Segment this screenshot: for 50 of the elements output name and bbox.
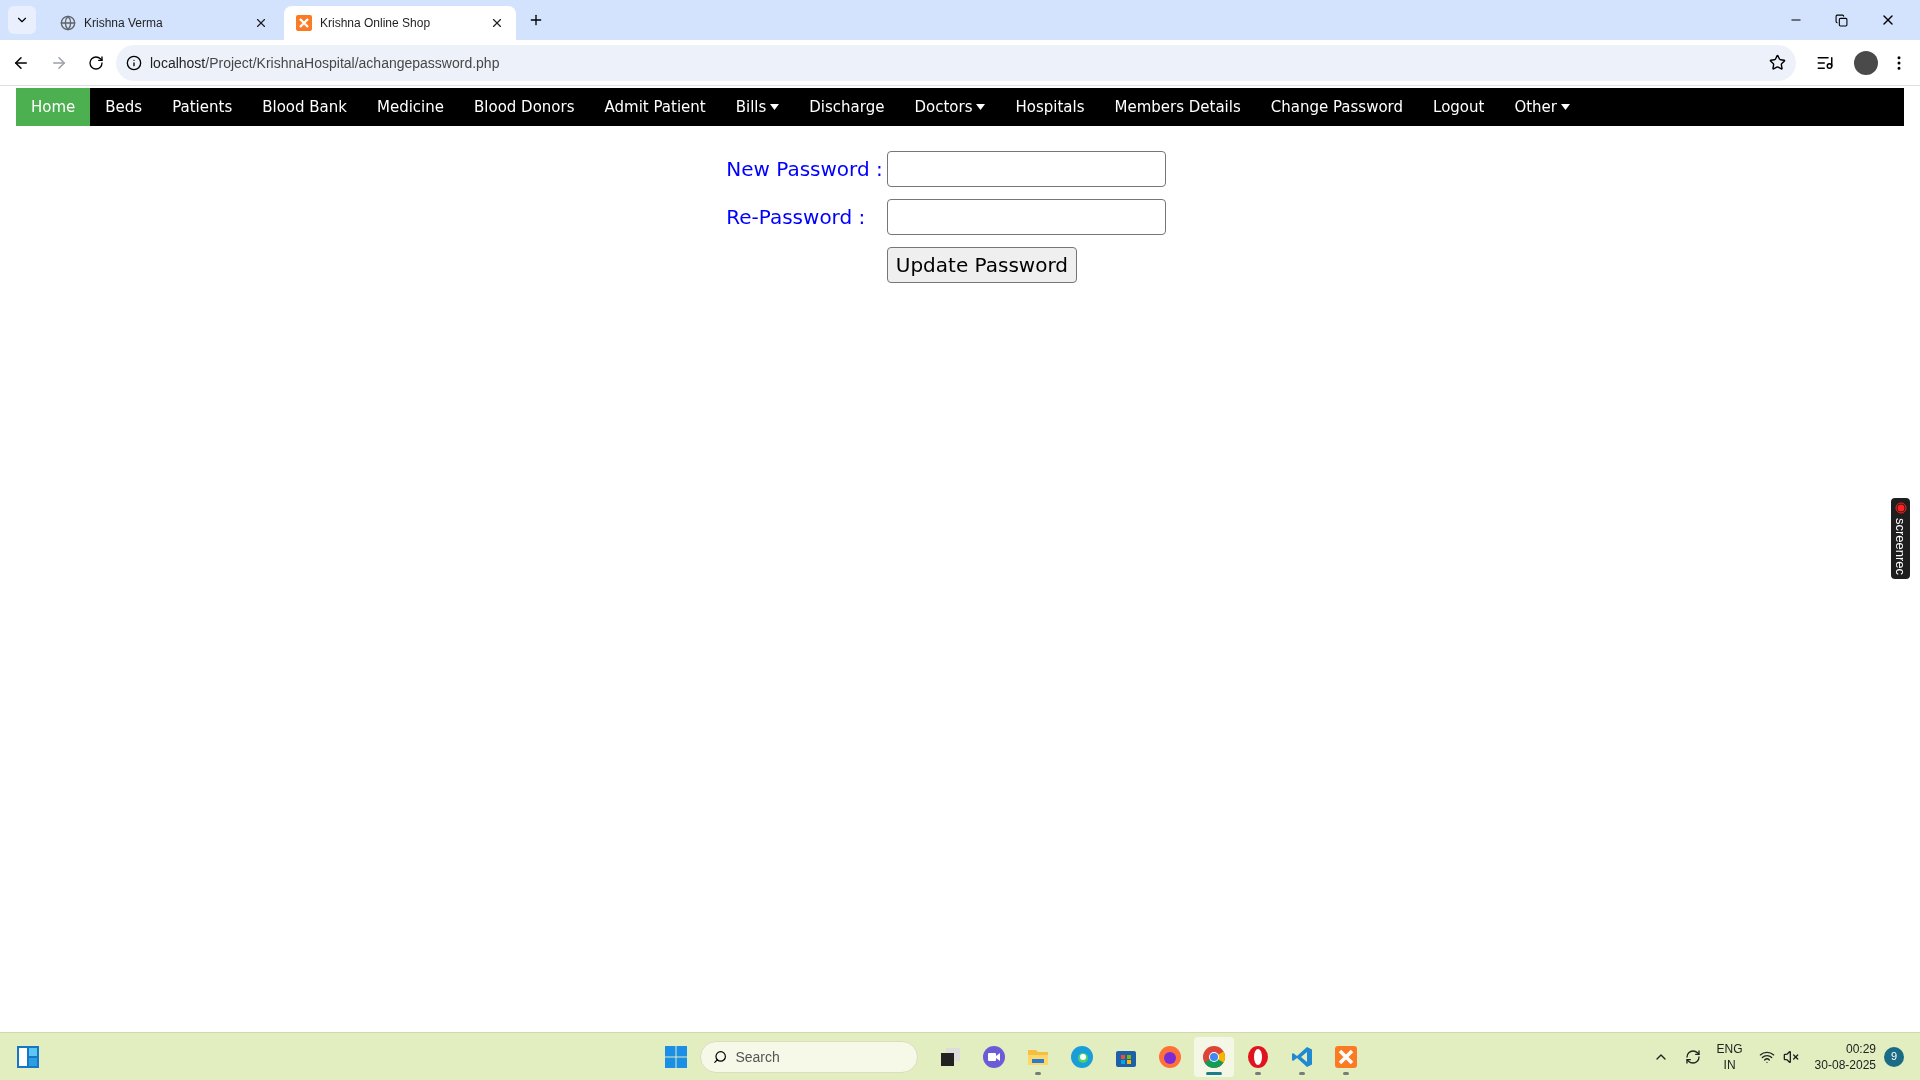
nav-link[interactable]: Doctors (899, 88, 1001, 126)
notification-count[interactable]: 9 (1884, 1046, 1904, 1067)
browser-tab[interactable]: Krishna Verma (48, 6, 280, 40)
language-indicator[interactable]: ENG IN (1716, 1040, 1743, 1073)
search-field[interactable]: Search (735, 1046, 906, 1067)
speaker-muted-icon[interactable] (1782, 1048, 1799, 1065)
clock[interactable]: 00:29 30-08-2025 (1814, 1040, 1876, 1073)
search-icon (713, 1048, 728, 1065)
recorder-label: screenrec (1894, 518, 1907, 576)
nav-link[interactable]: Change Password (1255, 88, 1419, 126)
nav-link[interactable]: Bills (720, 88, 795, 126)
field-label: Re-Password : (726, 204, 867, 231)
windows-start-icon[interactable] (664, 1044, 689, 1069)
close-icon[interactable] (254, 16, 268, 30)
widgets-icon[interactable] (16, 1044, 40, 1069)
code-editor-icon[interactable] (1290, 1044, 1315, 1069)
address-bar[interactable]: localhost/Project/KrishnaHospital/achangepassword.php (116, 44, 1796, 81)
password-field[interactable] (886, 199, 1166, 235)
restore-icon[interactable] (1835, 13, 1848, 27)
tab-title: Krishna Verma (84, 15, 164, 31)
new-tab-icon[interactable] (528, 12, 544, 28)
nav-link[interactable]: Patients (157, 88, 248, 126)
nav-link[interactable]: Medicine (362, 88, 459, 126)
nav-link[interactable]: Blood Bank (247, 88, 362, 126)
close-icon[interactable] (490, 16, 504, 30)
password-field[interactable] (886, 151, 1166, 187)
bookmark-star-icon[interactable] (1769, 54, 1786, 71)
site-info-icon[interactable] (126, 54, 142, 71)
record-icon (1894, 502, 1907, 514)
browser-wave-icon[interactable] (1070, 1044, 1095, 1069)
nav-link[interactable]: Members Details (1099, 88, 1256, 126)
taskbar-search-bar[interactable]: Search (700, 1040, 919, 1073)
nav-link[interactable]: Admit Patient (589, 88, 721, 126)
nav-link[interactable]: Discharge (794, 88, 900, 126)
nav-link[interactable]: Blood Donors (459, 88, 590, 126)
nav-link[interactable]: Logout (1418, 88, 1500, 126)
globe-icon (60, 15, 76, 31)
url-text: localhost/Project/KrishnaHospital/achangepassword.php (150, 53, 500, 73)
nav-link[interactable]: Beds (90, 88, 158, 126)
reload-icon[interactable] (88, 54, 104, 71)
profile-avatar[interactable] (1854, 50, 1878, 75)
recorder-badge[interactable]: screenrec (1891, 498, 1910, 580)
update-password-button[interactable]: Update Password (886, 247, 1077, 283)
nav-link[interactable]: Hospitals (1000, 88, 1100, 126)
tab-title: Krishna Online Shop (320, 15, 432, 31)
video-chat-icon[interactable] (982, 1044, 1007, 1069)
sync-icon[interactable] (1684, 1048, 1701, 1065)
field-label: New Password : (726, 156, 883, 183)
browser-tab[interactable]: Krishna Online Shop (284, 6, 516, 40)
nav-link[interactable]: Other (1499, 88, 1585, 126)
